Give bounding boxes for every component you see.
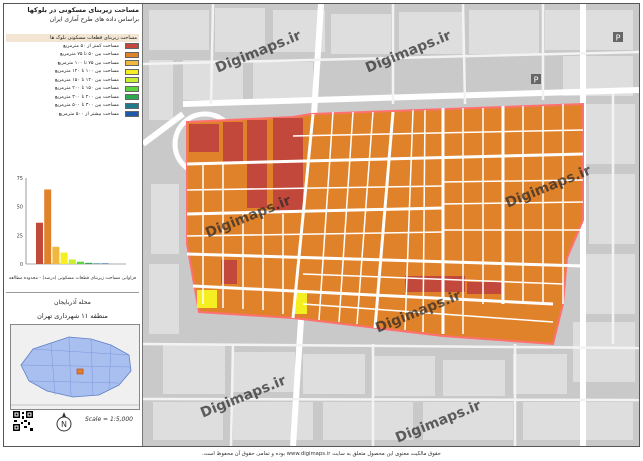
y-tick-label: 75: [17, 176, 23, 182]
legend-label: مساحت بیشتر از ۵۰۰ مترمربع: [58, 111, 119, 117]
legend-swatch: [125, 68, 139, 75]
histogram-svg: 0 25 50 75: [17, 176, 126, 268]
legend-item: مساحت بین ۱۰۰ تا ۱۲۰ مترمربع: [6, 68, 139, 77]
copyright-footer: حقوق مالکیت معنوی این محصول متعلق به سای…: [202, 451, 441, 457]
legend-item: مساحت بین ۷۵ تا ۱۰۰ مترمربع: [6, 59, 139, 68]
legend-label: مساحت بین ۲۰۰ تا ۳۰۰ مترمربع: [54, 94, 119, 100]
histogram-bar: [52, 246, 60, 264]
block-yellow: [197, 290, 217, 308]
map-title-line1: مساحت زیربنای مسکونی در بلوکها: [27, 6, 139, 14]
legend-swatch: [125, 51, 139, 58]
legend-label: مساحت بین ۱۰۰ تا ۱۲۰ مترمربع: [54, 69, 119, 75]
scale-text: Scale = 1:5,000: [85, 416, 133, 423]
legend-swatch: [125, 60, 139, 67]
legend-swatch: [125, 102, 139, 109]
legend-swatch: [125, 85, 139, 92]
map-title-line2: براساس داده های طرح آماری ایران: [49, 16, 139, 23]
legend-item: مساحت بین ۱۵۰ تا ۲۰۰ مترمربع: [6, 85, 139, 94]
histogram-bar: [68, 259, 76, 264]
legend-swatch: [125, 111, 139, 118]
locator-inset-map: [10, 324, 140, 410]
y-tick-label: 25: [17, 233, 23, 239]
y-tick-label: 0: [20, 262, 23, 268]
histogram-bar: [101, 263, 109, 264]
legend-swatch: [125, 77, 139, 84]
legend-label: مساحت بین ۱۲۰ تا ۱۵۰ مترمربع: [54, 77, 119, 83]
legend-items: مساحت کمتر از ۵۰ مترمربع مساحت بین ۵۰ تا …: [6, 42, 139, 119]
block-red: [247, 120, 267, 208]
block-red: [223, 122, 243, 162]
histogram-bar: [44, 189, 52, 264]
legend-label: مساحت بین ۳۰۰ تا ۵۰۰ مترمربع: [54, 103, 119, 109]
legend-item: مساحت بین ۳۰۰ تا ۵۰۰ مترمربع: [6, 102, 139, 111]
histogram-bar: [60, 252, 68, 264]
legend-item: مساحت بین ۱۲۰ تا ۱۵۰ مترمربع: [6, 76, 139, 85]
y-tick-label: 50: [17, 205, 23, 211]
legend-item: مساحت بین ۵۰ تا ۷۵ مترمربع: [6, 51, 139, 60]
north-arrow-icon: N: [56, 412, 72, 432]
legend-label: مساحت کمتر از ۵۰ مترمربع: [63, 43, 119, 49]
parking-icon: P: [531, 74, 541, 85]
histogram-bar: [93, 263, 101, 264]
legend-header: مساحت زیربنای قطعات مسکونی بلوک ها: [6, 34, 139, 42]
svg-text:P: P: [534, 76, 539, 85]
legend-label: مساحت بین ۵۰ تا ۷۵ مترمربع: [60, 52, 119, 58]
histogram-bar: [36, 222, 43, 264]
neighborhood-name: محله آذربایجان: [54, 299, 91, 306]
qr-code-icon: [12, 410, 34, 432]
legend-label: مساحت بین ۷۵ تا ۱۰۰ مترمربع: [57, 60, 119, 66]
north-label: N: [61, 420, 67, 429]
histogram-chart: 0 25 50 75: [6, 164, 139, 276]
divider: [6, 292, 139, 293]
legend: مساحت زیربنای قطعات مسکونی بلوک ها مساحت…: [6, 34, 139, 119]
legend-item: مساحت بیشتر از ۵۰۰ مترمربع: [6, 110, 139, 119]
chart-caption: فراوانی مساحت زیربنای قطعات مسکونی (درصد…: [8, 276, 137, 281]
legend-swatch: [125, 94, 139, 101]
map-canvas[interactable]: P P Digimaps.ir Digimaps.ir Digimaps.ir …: [143, 4, 639, 446]
legend-item: مساحت کمتر از ۵۰ مترمربع: [6, 42, 139, 51]
legend-sidebar: مساحت زیربنای مسکونی در بلوکها براساس دا…: [4, 4, 143, 446]
legend-swatch: [125, 43, 139, 50]
svg-text:P: P: [616, 34, 621, 43]
parking-icon: P: [613, 32, 623, 43]
legend-label: مساحت بین ۱۵۰ تا ۲۰۰ مترمربع: [54, 86, 119, 92]
district-name: منطقه ۱۱ شهرداری تهران: [37, 312, 108, 320]
block-red: [189, 124, 219, 152]
block-red: [467, 282, 501, 294]
legend-item: مساحت بین ۲۰۰ تا ۳۰۰ مترمربع: [6, 93, 139, 102]
histogram-bar: [85, 262, 93, 264]
histogram-bar: [77, 261, 84, 264]
map-furniture: N Scale = 1:5,000: [10, 408, 140, 448]
